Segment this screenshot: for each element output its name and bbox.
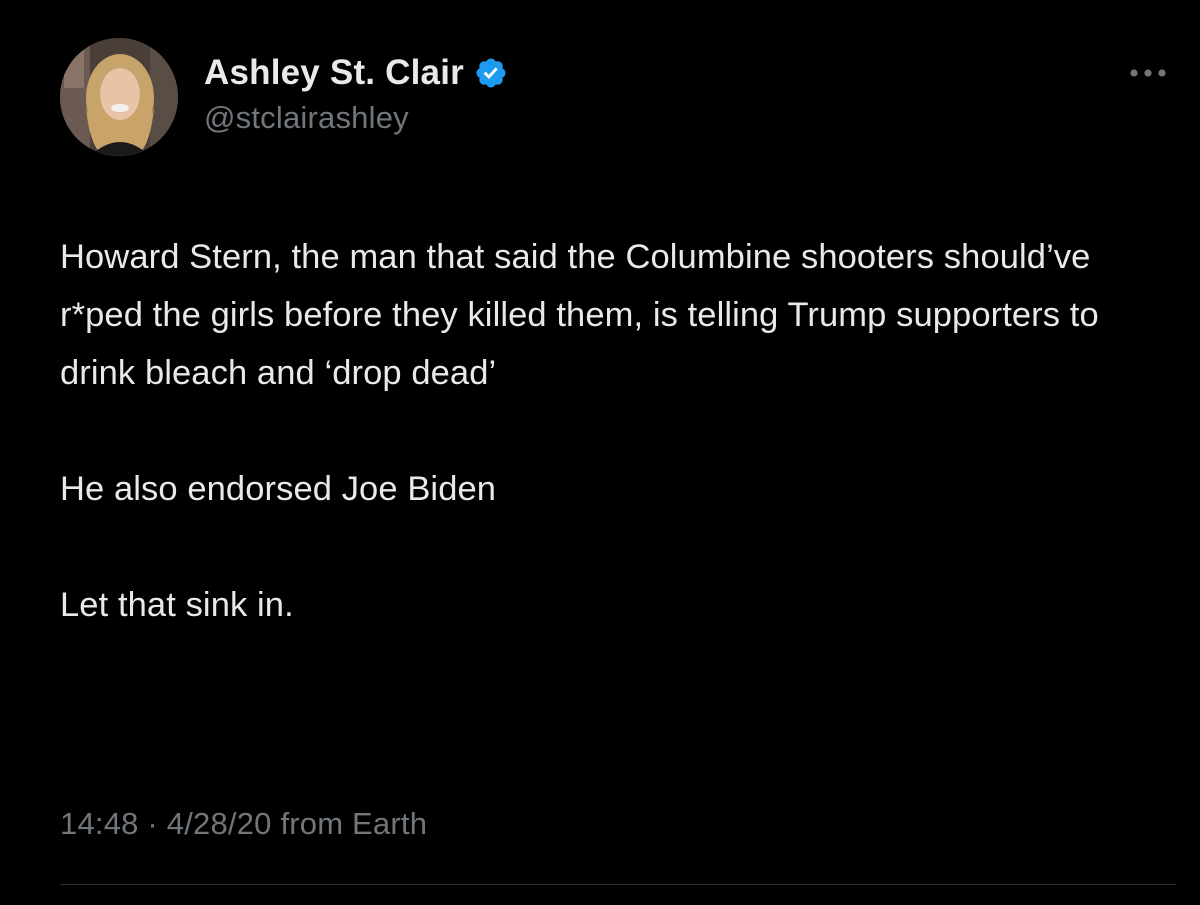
tweet-time[interactable]: 14:48: [60, 806, 139, 841]
tweet: Ashley St. Clair @stclairashley Howard S…: [0, 0, 1200, 905]
display-name[interactable]: Ashley St. Clair: [204, 53, 464, 93]
divider: [60, 884, 1176, 885]
avatar-image: [60, 38, 178, 156]
tweet-text: Howard Stern, the man that said the Colu…: [60, 228, 1170, 634]
tweet-source: from Earth: [280, 806, 428, 841]
tweet-paragraph: Howard Stern, the man that said the Colu…: [60, 238, 1099, 392]
author-handle[interactable]: @stclairashley: [204, 100, 508, 136]
more-options-icon: [1130, 69, 1166, 77]
meta-separator: ·: [147, 806, 158, 841]
tweet-header: Ashley St. Clair @stclairashley: [60, 38, 1170, 158]
tweet-metadata: 14:48 · 4/28/20 from Earth: [60, 806, 427, 842]
verified-badge-icon[interactable]: [474, 56, 508, 90]
more-options-button[interactable]: [1126, 58, 1170, 88]
avatar[interactable]: [60, 38, 178, 156]
tweet-paragraph: He also endorsed Joe Biden: [60, 470, 497, 508]
display-name-row: Ashley St. Clair: [204, 52, 508, 94]
author-names: Ashley St. Clair @stclairashley: [204, 52, 508, 136]
tweet-paragraph: Let that sink in.: [60, 586, 294, 624]
tweet-date[interactable]: 4/28/20: [167, 806, 272, 841]
